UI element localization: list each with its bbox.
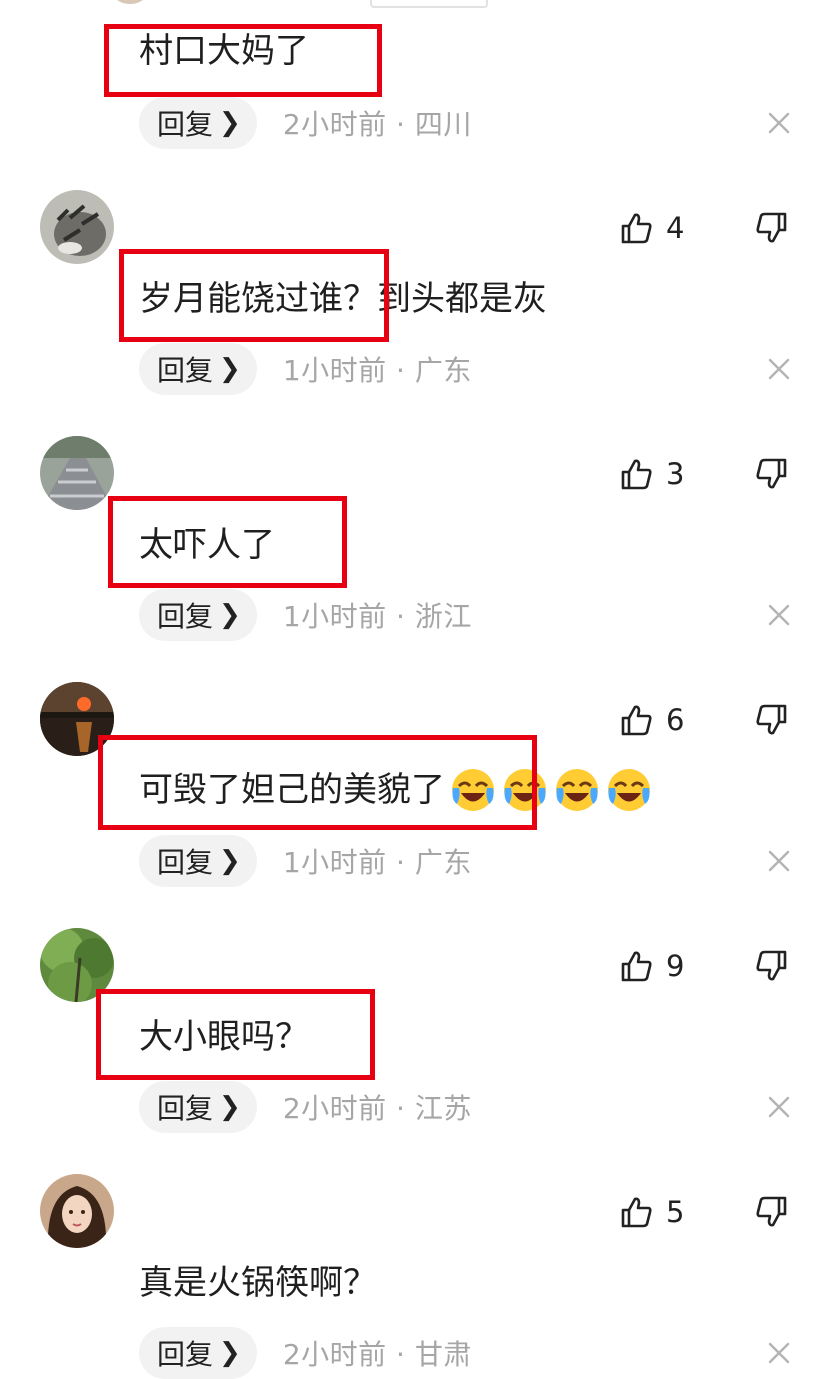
comment-footer: 回复 ❯ 2小时前 · 甘肃	[139, 1327, 472, 1379]
crying-laughing-emoji	[556, 769, 598, 811]
reply-button[interactable]: 回复 ❯	[139, 97, 257, 149]
like-count: 6	[666, 703, 685, 737]
thumbs-down-icon[interactable]	[754, 949, 788, 983]
highlight-box	[119, 249, 389, 342]
chevron-right-icon: ❯	[219, 108, 241, 138]
comment-meta: 1小时前 · 广东	[282, 354, 472, 387]
cat-avatar	[40, 190, 114, 264]
crying-laughing-emoji	[608, 769, 650, 811]
path-avatar	[40, 436, 114, 510]
previous-comment-remnant	[0, 0, 828, 10]
comment-meta: 2小时前 · 甘肃	[282, 1338, 472, 1371]
avatar[interactable]	[40, 1174, 114, 1248]
comment-meta: 2小时前 · 江苏	[282, 1092, 472, 1125]
chevron-right-icon: ❯	[219, 354, 241, 384]
like-count: 5	[666, 1195, 685, 1229]
comment-footer: 回复 ❯ 1小时前 · 广东	[139, 835, 472, 887]
like-count: 4	[666, 211, 685, 245]
comment-footer: 回复 ❯ 2小时前 · 四川	[139, 97, 472, 149]
close-icon[interactable]	[768, 604, 790, 626]
highlight-box	[98, 735, 537, 830]
reply-button[interactable]: 回复 ❯	[139, 1327, 257, 1379]
comment-meta: 2小时前 · 四川	[282, 108, 472, 141]
close-icon[interactable]	[768, 358, 790, 380]
thumbs-up-icon	[621, 459, 652, 490]
reply-button[interactable]: 回复 ❯	[139, 343, 257, 395]
reply-button[interactable]: 回复 ❯	[139, 589, 257, 641]
comment-footer: 回复 ❯ 1小时前 · 浙江	[139, 589, 472, 641]
close-icon[interactable]	[768, 112, 790, 134]
highlight-box	[104, 24, 382, 97]
comment-text: 真是火锅筷啊？	[139, 1263, 377, 1303]
comment-meta: 1小时前 · 浙江	[282, 600, 472, 633]
comment-footer: 回复 ❯ 2小时前 · 江苏	[139, 1081, 472, 1133]
reply-button[interactable]: 回复 ❯	[139, 1081, 257, 1133]
thumbs-down-icon[interactable]	[754, 211, 788, 245]
woman-avatar	[40, 1174, 114, 1248]
avatar[interactable]	[40, 190, 114, 264]
highlight-box	[96, 989, 375, 1080]
author-tag	[370, 0, 488, 8]
comment-footer: 回复 ❯ 1小时前 · 广东	[139, 343, 472, 395]
close-icon[interactable]	[768, 1342, 790, 1364]
thumbs-down-icon[interactable]	[754, 703, 788, 737]
thumbs-up-icon	[621, 951, 652, 982]
thumbs-down-icon[interactable]	[754, 457, 788, 491]
thumbs-up-icon	[621, 1197, 652, 1228]
like-count: 3	[666, 457, 685, 491]
like-button[interactable]: 6	[620, 703, 684, 737]
chevron-right-icon: ❯	[219, 1338, 241, 1368]
close-icon[interactable]	[768, 850, 790, 872]
close-icon[interactable]	[768, 1096, 790, 1118]
like-button[interactable]: 3	[620, 457, 684, 491]
chevron-right-icon: ❯	[219, 846, 241, 876]
avatar[interactable]	[40, 436, 114, 510]
like-button[interactable]: 5	[620, 1195, 684, 1229]
thumbs-up-icon	[621, 213, 652, 244]
comment-meta: 1小时前 · 广东	[282, 846, 472, 879]
like-button[interactable]: 4	[620, 211, 684, 245]
chevron-right-icon: ❯	[219, 600, 241, 630]
like-button[interactable]: 9	[620, 949, 684, 983]
highlight-box	[108, 496, 347, 588]
thumbs-down-icon[interactable]	[754, 1195, 788, 1229]
avatar[interactable]	[110, 0, 150, 4]
reply-button[interactable]: 回复 ❯	[139, 835, 257, 887]
thumbs-up-icon	[621, 705, 652, 736]
chevron-right-icon: ❯	[219, 1092, 241, 1122]
like-count: 9	[666, 949, 685, 983]
